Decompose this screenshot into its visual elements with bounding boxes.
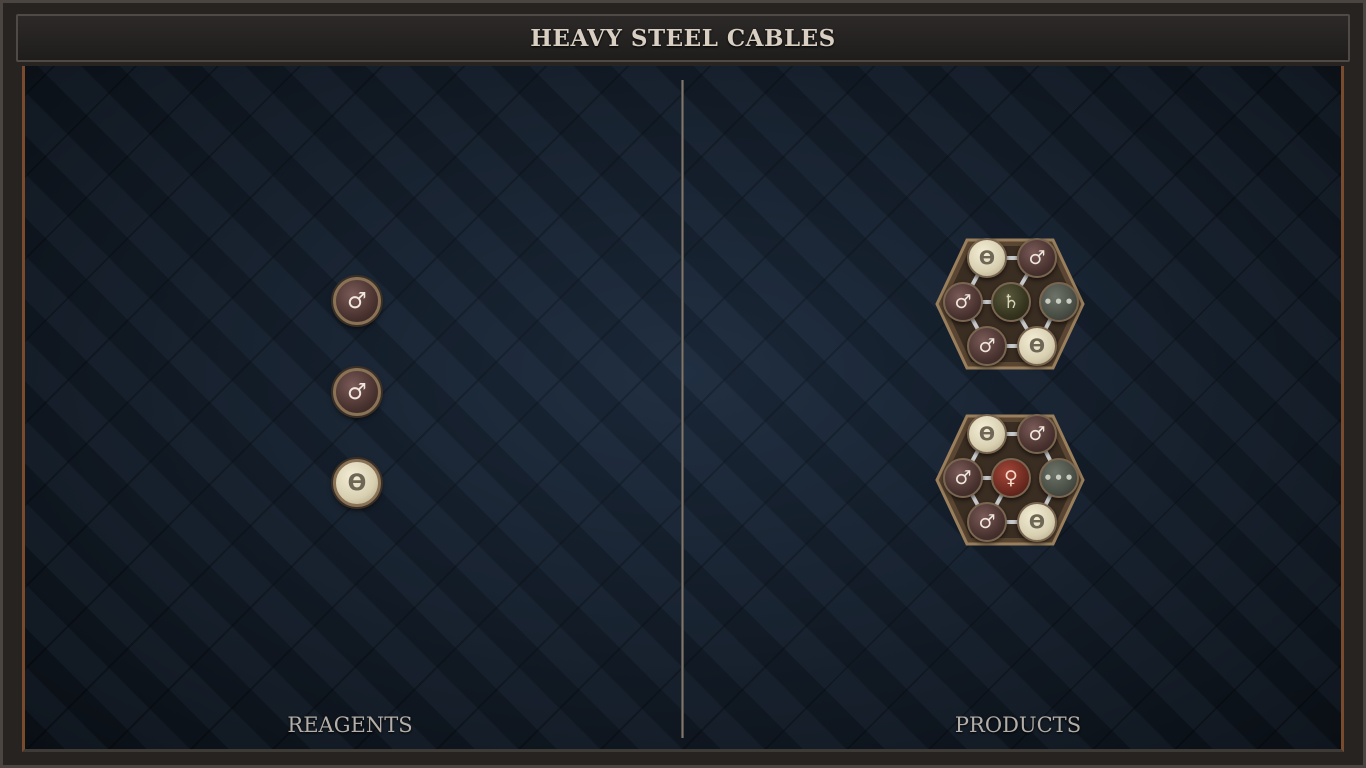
quintessence-symbol-icon: ••• <box>1043 469 1075 487</box>
title-bar: HEAVY STEEL CABLES <box>16 14 1350 62</box>
copper-symbol-icon: ♂ <box>347 379 367 405</box>
salt-symbol-icon: ϴ <box>1028 335 1046 357</box>
product-molecule[interactable]: ϴ ♂ ♂ ♄ ••• ♂ ϴ <box>935 234 1085 374</box>
product-atom-iron: ♀ <box>991 458 1031 498</box>
product-atom-copper: ♂ <box>943 458 983 498</box>
product-atom-copper: ♂ <box>943 282 983 322</box>
quintessence-symbol-icon: ••• <box>1043 293 1075 311</box>
product-atom-copper: ♂ <box>1017 238 1057 278</box>
salt-symbol-icon: ϴ <box>347 470 367 496</box>
copper-symbol-icon: ♂ <box>347 288 367 314</box>
product-molecule[interactable]: ϴ ♂ ♂ ♀ ••• ♂ ϴ <box>935 410 1085 550</box>
copper-symbol-icon: ♂ <box>1028 247 1046 269</box>
salt-symbol-icon: ϴ <box>978 247 996 269</box>
salt-symbol-icon: ϴ <box>978 423 996 445</box>
copper-symbol-icon: ♂ <box>1028 423 1046 445</box>
reagent-atom-copper[interactable]: ♂ <box>333 368 381 416</box>
puzzle-title: HEAVY STEEL CABLES <box>530 24 836 52</box>
copper-symbol-icon: ♂ <box>954 291 972 313</box>
iron-symbol-icon: ♀ <box>1004 467 1018 489</box>
copper-symbol-icon: ♂ <box>954 467 972 489</box>
product-atom-quintessence: ••• <box>1039 282 1079 322</box>
copper-symbol-icon: ♂ <box>978 511 996 533</box>
reagent-atom-salt[interactable]: ϴ <box>333 459 381 507</box>
product-atom-copper: ♂ <box>967 326 1007 366</box>
reagent-atom-copper[interactable]: ♂ <box>333 277 381 325</box>
copper-symbol-icon: ♂ <box>978 335 996 357</box>
product-atom-salt: ϴ <box>967 414 1007 454</box>
product-atom-salt: ϴ <box>1017 326 1057 366</box>
product-atom-quintessence: ••• <box>1039 458 1079 498</box>
product-atom-lead: ♄ <box>991 282 1031 322</box>
salt-symbol-icon: ϴ <box>1028 511 1046 533</box>
product-atom-copper: ♂ <box>1017 414 1057 454</box>
product-atom-salt: ϴ <box>1017 502 1057 542</box>
panel-divider <box>681 80 684 738</box>
products-label: PRODUCTS <box>954 713 1082 737</box>
lead-symbol-icon: ♄ <box>1002 291 1020 313</box>
product-atom-salt: ϴ <box>967 238 1007 278</box>
product-atom-copper: ♂ <box>967 502 1007 542</box>
reagents-label: REAGENTS <box>287 713 413 737</box>
